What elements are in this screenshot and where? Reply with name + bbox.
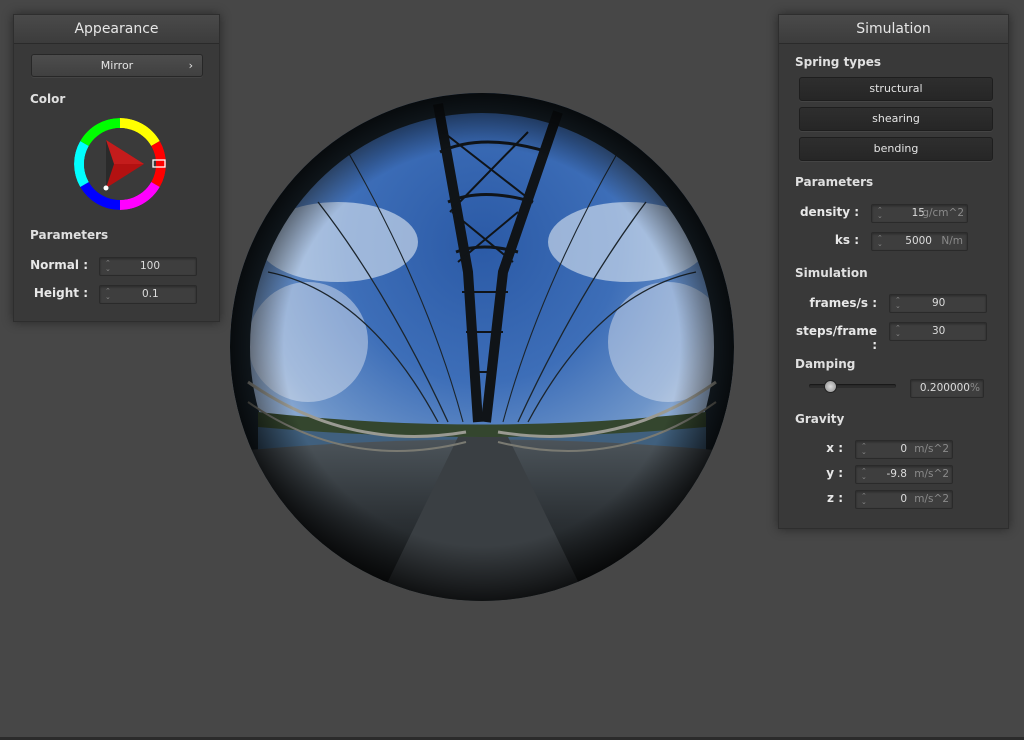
ks-input[interactable]: ⌃ ⌄ 5000 N/m	[871, 232, 968, 251]
spin-arrows-icon[interactable]: ⌃ ⌄	[895, 297, 901, 310]
frames-value: 90	[932, 297, 946, 309]
frames-input[interactable]: ⌃ ⌄ 90	[889, 294, 987, 313]
damping-label: Damping	[795, 357, 856, 371]
gravity-y-input[interactable]: ⌃ ⌄ -9.8 m/s^2	[855, 465, 953, 484]
bending-button[interactable]: bending	[799, 137, 993, 161]
ks-unit: N/m	[941, 235, 963, 247]
ks-value: 5000	[905, 235, 932, 247]
spring-types-label: Spring types	[795, 55, 882, 69]
ks-label: ks :	[834, 233, 859, 247]
simulation-parameters-label: Parameters	[795, 175, 874, 189]
spin-arrows-icon[interactable]: ⌃ ⌄	[895, 325, 901, 338]
gravity-y-unit: m/s^2	[914, 468, 949, 480]
gravity-x-unit: m/s^2	[914, 443, 949, 455]
damping-slider-track[interactable]	[809, 384, 896, 388]
spin-arrows-icon[interactable]: ⌃ ⌄	[105, 260, 111, 273]
damping-input[interactable]: 0.200000 %	[910, 379, 984, 398]
steps-value: 30	[932, 325, 946, 337]
appearance-panel: Appearance Mirror › Color Parameters Nor…	[13, 14, 220, 322]
simulation-panel-title: Simulation	[779, 15, 1008, 44]
normal-input[interactable]: ⌃ ⌄ 100	[99, 257, 197, 276]
normal-value: 100	[140, 260, 161, 272]
gravity-z-value: 0	[900, 493, 907, 505]
damping-slider-knob[interactable]	[824, 380, 837, 393]
gravity-y-value: -9.8	[886, 468, 908, 480]
gravity-z-input[interactable]: ⌃ ⌄ 0 m/s^2	[855, 490, 953, 509]
height-input[interactable]: ⌃ ⌄ 0.1	[99, 285, 197, 304]
steps-label: steps/frame :	[795, 324, 877, 352]
structural-button[interactable]: structural	[799, 77, 993, 101]
mirror-sphere	[230, 93, 734, 601]
color-section-label: Color	[30, 92, 66, 106]
shearing-button[interactable]: shearing	[799, 107, 993, 131]
simulation-section-label: Simulation	[795, 266, 868, 280]
spin-arrows-icon[interactable]: ⌃ ⌄	[861, 493, 867, 506]
material-dropdown-value: Mirror	[100, 59, 134, 72]
gravity-z-unit: m/s^2	[914, 493, 949, 505]
damping-value: 0.200000	[919, 382, 970, 394]
density-unit: g/cm^2	[922, 207, 964, 219]
chevron-right-icon: ›	[188, 59, 193, 72]
gravity-z-label: z :	[827, 491, 843, 505]
simulation-panel: Simulation Spring types structural shear…	[778, 14, 1009, 529]
spin-arrows-icon[interactable]: ⌃ ⌄	[861, 443, 867, 456]
height-value: 0.1	[142, 288, 159, 300]
mirror-sphere-viewport[interactable]	[228, 92, 736, 602]
appearance-panel-title: Appearance	[14, 15, 219, 44]
normal-label: Normal :	[30, 258, 88, 272]
gravity-label: Gravity	[795, 412, 845, 426]
steps-input[interactable]: ⌃ ⌄ 30	[889, 322, 987, 341]
material-dropdown[interactable]: Mirror ›	[31, 54, 203, 77]
damping-unit: %	[970, 382, 980, 394]
spin-arrows-icon[interactable]: ⌃ ⌄	[861, 468, 867, 481]
density-label: density :	[799, 205, 859, 219]
gravity-x-input[interactable]: ⌃ ⌄ 0 m/s^2	[855, 440, 953, 459]
density-input[interactable]: ⌃ ⌄ 15 g/cm^2	[871, 204, 968, 223]
damping-slider[interactable]	[809, 379, 896, 393]
color-wheel-picker[interactable]	[74, 118, 166, 210]
spin-arrows-icon[interactable]: ⌃ ⌄	[877, 235, 883, 248]
frames-label: frames/s :	[809, 296, 877, 310]
appearance-parameters-label: Parameters	[30, 228, 109, 242]
height-label: Height :	[33, 286, 88, 300]
gravity-y-label: y :	[826, 466, 843, 480]
gravity-x-value: 0	[900, 443, 907, 455]
spin-arrows-icon[interactable]: ⌃ ⌄	[877, 207, 883, 220]
color-wheel-icon[interactable]	[74, 118, 166, 210]
spin-arrows-icon[interactable]: ⌃ ⌄	[105, 288, 111, 301]
gravity-x-label: x :	[826, 441, 843, 455]
